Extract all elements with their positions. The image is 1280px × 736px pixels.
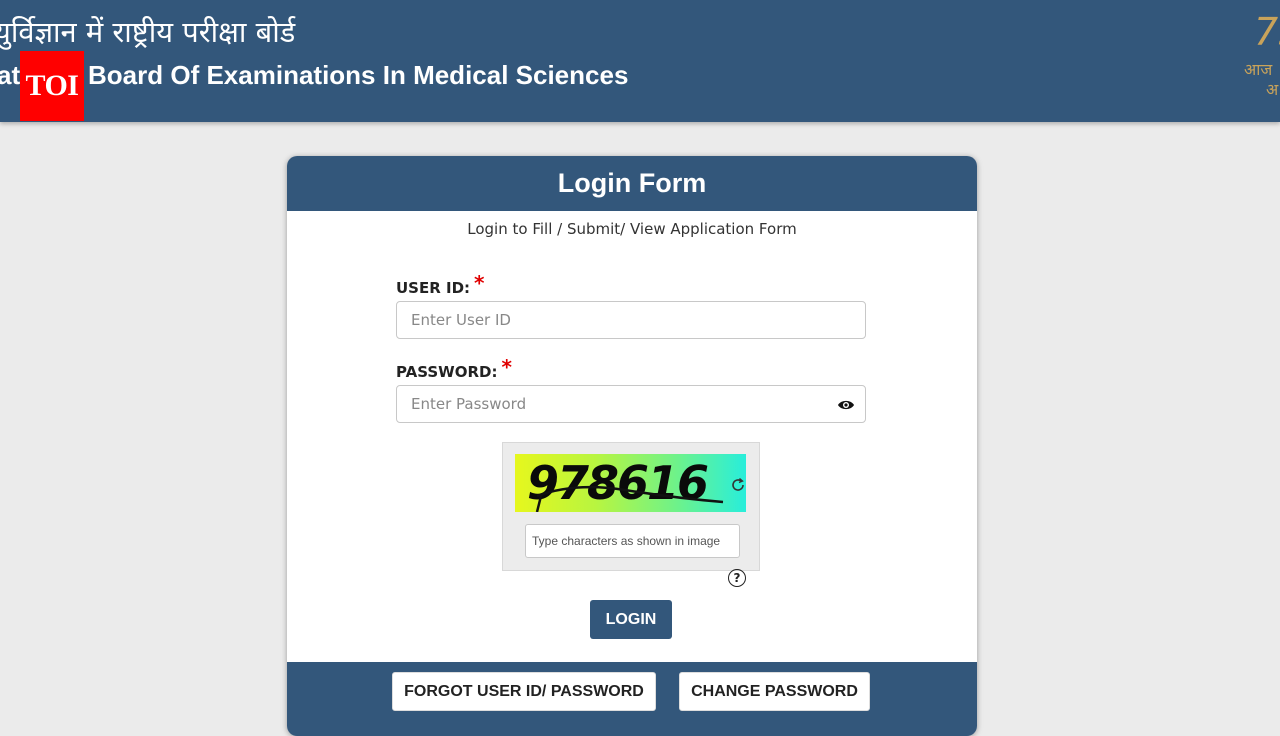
password-input[interactable] (396, 385, 866, 423)
login-form-title: Login Form (287, 156, 977, 211)
emblem-line1: आज (1244, 60, 1273, 79)
required-mark: * (474, 271, 485, 295)
captcha-image: 978616 (515, 454, 746, 512)
captcha-noise-line (535, 485, 724, 512)
user-id-label-text: USER ID: (396, 279, 471, 297)
login-card: Login Form Login to Fill / Submit/ View … (287, 156, 977, 736)
hindi-title: युर्विज्ञान में राष्ट्रीय परीक्षा बोर्ड (0, 15, 296, 49)
login-subtitle: Login to Fill / Submit/ View Application… (467, 220, 797, 238)
toi-logo: TOI (20, 51, 84, 121)
captcha-box: 978616 (502, 442, 760, 571)
refresh-icon[interactable] (729, 476, 747, 494)
captcha-input[interactable] (525, 524, 740, 558)
forgot-user-id-password-button[interactable]: FORGOT USER ID/ PASSWORD (392, 672, 656, 711)
form-footer: FORGOT USER ID/ PASSWORD CHANGE PASSWORD (287, 662, 977, 736)
password-label: PASSWORD: * (396, 355, 512, 382)
change-password-button[interactable]: CHANGE PASSWORD (679, 672, 870, 711)
help-icon[interactable]: ? (728, 569, 746, 587)
user-id-input[interactable] (396, 301, 866, 339)
site-header: युर्विज्ञान में राष्ट्रीय परीक्षा बोर्ड … (0, 0, 1280, 122)
required-mark: * (501, 355, 512, 379)
user-id-label: USER ID: * (396, 271, 485, 298)
english-title: ational Board Of Examinations In Medical… (0, 60, 629, 90)
login-button[interactable]: LOGIN (590, 600, 672, 639)
emblem-number: 75 (1254, 10, 1280, 54)
emblem-line2: अ (1266, 80, 1279, 99)
azadi-emblem: 75 आज अ (1244, 10, 1280, 100)
eye-icon[interactable] (836, 395, 856, 415)
password-label-text: PASSWORD: (396, 363, 498, 381)
